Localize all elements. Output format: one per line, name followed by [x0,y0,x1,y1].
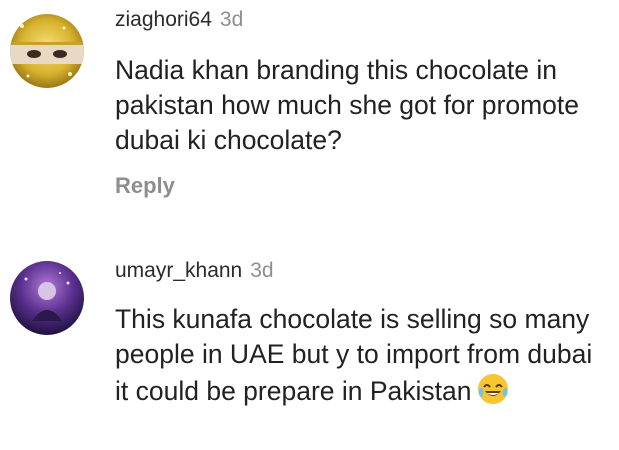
comment-text: Nadia khan branding this chocolate in pa… [115,55,579,155]
profile-photo-gold-icon [10,14,84,88]
comment-header: ziaghori64 3d [115,8,243,32]
username-link[interactable]: ziaghori64 [115,8,212,31]
comment-item: ziaghori64 3d Nadia khan branding this ch… [0,0,619,215]
face-with-tears-of-joy-icon [476,372,510,406]
comment-header: umayr_khann 3d [115,259,274,283]
profile-photo-purple-icon [10,261,84,335]
user-avatar[interactable] [10,261,84,335]
user-avatar[interactable] [10,14,84,88]
username-link[interactable]: umayr_khann [115,259,242,282]
comment-text: This kunafa chocolate is selling so many… [115,302,610,409]
comment-timestamp: 3d [250,259,274,282]
comments-list: ziaghori64 3d Nadia khan branding this ch… [0,0,619,450]
comment-item: umayr_khann 3d This kunafa chocolate is s… [0,245,619,450]
comment-text-content: This kunafa chocolate is selling so many… [115,304,593,406]
comment-timestamp: 3d [219,8,244,31]
reply-button[interactable]: Reply [115,173,175,199]
